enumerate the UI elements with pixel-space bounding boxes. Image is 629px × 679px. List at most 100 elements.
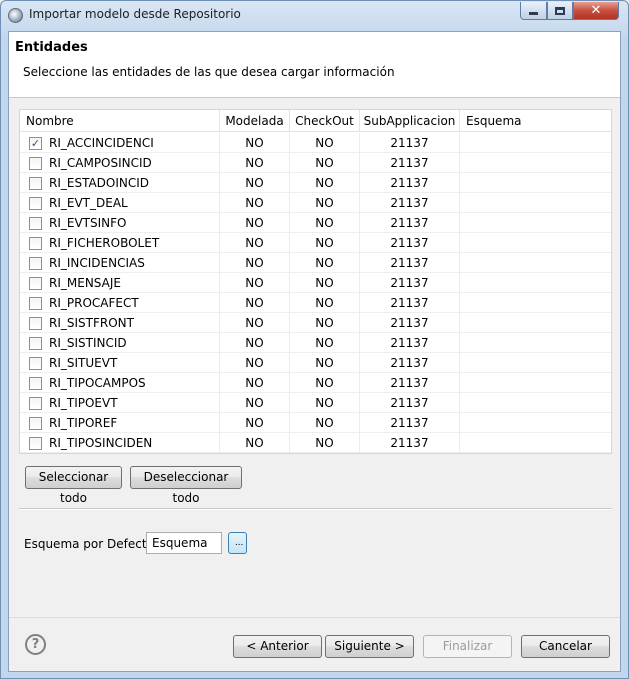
table-row[interactable]: RI_TIPOSINCIDEN NO NO 21137: [20, 433, 611, 453]
table-row[interactable]: RI_INCIDENCIAS NO NO 21137: [20, 253, 611, 273]
cell-subapplicacion: 21137: [360, 173, 460, 193]
table-row[interactable]: RI_EVTSINFO NO NO 21137: [20, 213, 611, 233]
maximize-icon: [555, 6, 565, 15]
browse-schema-button[interactable]: ...: [228, 532, 247, 554]
cell-modelada: NO: [220, 153, 290, 173]
table-row[interactable]: RI_SISTFRONT NO NO 21137: [20, 313, 611, 333]
cell-esquema: [460, 353, 611, 373]
entity-name: RI_TIPOREF: [49, 416, 118, 430]
cell-subapplicacion: 21137: [360, 373, 460, 393]
row-checkbox[interactable]: [29, 337, 42, 350]
cancel-button[interactable]: Cancelar: [521, 635, 610, 658]
cell-modelada: NO: [220, 193, 290, 213]
cell-subapplicacion: 21137: [360, 293, 460, 313]
cell-nombre: RI_PROCAFECT: [20, 293, 220, 313]
row-checkbox[interactable]: [29, 397, 42, 410]
cell-checkout: NO: [290, 413, 360, 433]
minimize-icon: [529, 12, 538, 15]
cell-checkout: NO: [290, 353, 360, 373]
row-checkbox[interactable]: [29, 217, 42, 230]
cell-esquema: [460, 393, 611, 413]
cell-modelada: NO: [220, 373, 290, 393]
finish-button[interactable]: Finalizar: [423, 635, 512, 658]
cell-subapplicacion: 21137: [360, 333, 460, 353]
cell-checkout: NO: [290, 173, 360, 193]
table-row[interactable]: RI_TIPOCAMPOS NO NO 21137: [20, 373, 611, 393]
table-row[interactable]: RI_EVT_DEAL NO NO 21137: [20, 193, 611, 213]
row-checkbox[interactable]: [29, 297, 42, 310]
table-row[interactable]: RI_TIPOEVT NO NO 21137: [20, 393, 611, 413]
table-row[interactable]: RI_FICHEROBOLET NO NO 21137: [20, 233, 611, 253]
row-checkbox[interactable]: [29, 197, 42, 210]
cell-nombre: ✓ RI_ACCINCIDENCI: [20, 133, 220, 153]
back-button[interactable]: < Anterior: [233, 635, 322, 658]
cell-subapplicacion: 21137: [360, 193, 460, 213]
cell-esquema: [460, 313, 611, 333]
cell-esquema: [460, 373, 611, 393]
cell-subapplicacion: 21137: [360, 213, 460, 233]
cell-subapplicacion: 21137: [360, 153, 460, 173]
table-row[interactable]: RI_SITUEVT NO NO 21137: [20, 353, 611, 373]
default-schema-label: Esquema por Defecto:: [24, 537, 158, 551]
cell-esquema: [460, 273, 611, 293]
row-checkbox[interactable]: [29, 317, 42, 330]
minimize-button[interactable]: [520, 2, 547, 20]
table-row[interactable]: RI_CAMPOSINCID NO NO 21137: [20, 153, 611, 173]
row-checkbox[interactable]: [29, 277, 42, 290]
cell-checkout: NO: [290, 273, 360, 293]
row-checkbox[interactable]: [29, 437, 42, 450]
row-checkbox[interactable]: [29, 417, 42, 430]
table-row[interactable]: RI_PROCAFECT NO NO 21137: [20, 293, 611, 313]
table-row[interactable]: RI_ESTADOINCID NO NO 21137: [20, 173, 611, 193]
entity-name: RI_SITUEVT: [49, 356, 118, 370]
cell-subapplicacion: 21137: [360, 253, 460, 273]
column-header-checkout[interactable]: CheckOut: [290, 110, 360, 132]
close-icon: ✕: [590, 3, 602, 18]
entity-name: RI_CAMPOSINCID: [49, 156, 152, 170]
cell-checkout: NO: [290, 253, 360, 273]
select-all-button[interactable]: Seleccionar todo: [25, 466, 122, 505]
row-checkbox[interactable]: [29, 257, 42, 270]
maximize-button[interactable]: [547, 2, 573, 20]
cell-nombre: RI_SITUEVT: [20, 353, 220, 373]
entity-name: RI_SISTFRONT: [49, 316, 134, 330]
cell-esquema: [460, 333, 611, 353]
window-title: Importar modelo desde Repositorio: [29, 7, 241, 21]
wizard-header: Entidades Seleccione las entidades de la…: [9, 32, 620, 98]
default-schema-input[interactable]: [146, 532, 222, 554]
table-row[interactable]: RI_MENSAJE NO NO 21137: [20, 273, 611, 293]
entity-name: RI_FICHEROBOLET: [49, 236, 160, 250]
page-title: Entidades: [15, 40, 88, 55]
cell-subapplicacion: 21137: [360, 393, 460, 413]
cell-subapplicacion: 21137: [360, 413, 460, 433]
row-checkbox[interactable]: [29, 377, 42, 390]
cell-nombre: RI_INCIDENCIAS: [20, 253, 220, 273]
column-header-esquema[interactable]: Esquema: [460, 110, 611, 132]
cell-nombre: RI_SISTINCID: [20, 333, 220, 353]
close-button[interactable]: ✕: [573, 2, 619, 20]
cell-modelada: NO: [220, 133, 290, 153]
cell-checkout: NO: [290, 213, 360, 233]
entity-name: RI_EVTSINFO: [49, 216, 127, 230]
column-header-modelada[interactable]: Modelada: [220, 110, 290, 132]
table-row[interactable]: RI_TIPOREF NO NO 21137: [20, 413, 611, 433]
column-header-nombre[interactable]: Nombre: [20, 110, 220, 132]
cell-modelada: NO: [220, 413, 290, 433]
table-row[interactable]: RI_SISTINCID NO NO 21137: [20, 333, 611, 353]
cell-checkout: NO: [290, 393, 360, 413]
row-checkbox[interactable]: [29, 177, 42, 190]
row-checkbox[interactable]: [29, 357, 42, 370]
cell-checkout: NO: [290, 153, 360, 173]
row-checkbox[interactable]: ✓: [29, 137, 42, 150]
column-header-subapplicacion[interactable]: SubApplicacion: [360, 110, 460, 132]
title-bar[interactable]: Importar modelo desde Repositorio ✕: [1, 1, 628, 29]
row-checkbox[interactable]: [29, 237, 42, 250]
cell-esquema: [460, 173, 611, 193]
row-checkbox[interactable]: [29, 157, 42, 170]
deselect-all-button[interactable]: Deseleccionar todo: [130, 466, 242, 505]
cell-modelada: NO: [220, 253, 290, 273]
table-row[interactable]: ✓ RI_ACCINCIDENCI NO NO 21137: [20, 133, 611, 153]
entity-name: RI_TIPOCAMPOS: [49, 376, 146, 390]
next-button[interactable]: Siguiente >: [325, 635, 414, 658]
help-icon[interactable]: ?: [25, 634, 46, 655]
